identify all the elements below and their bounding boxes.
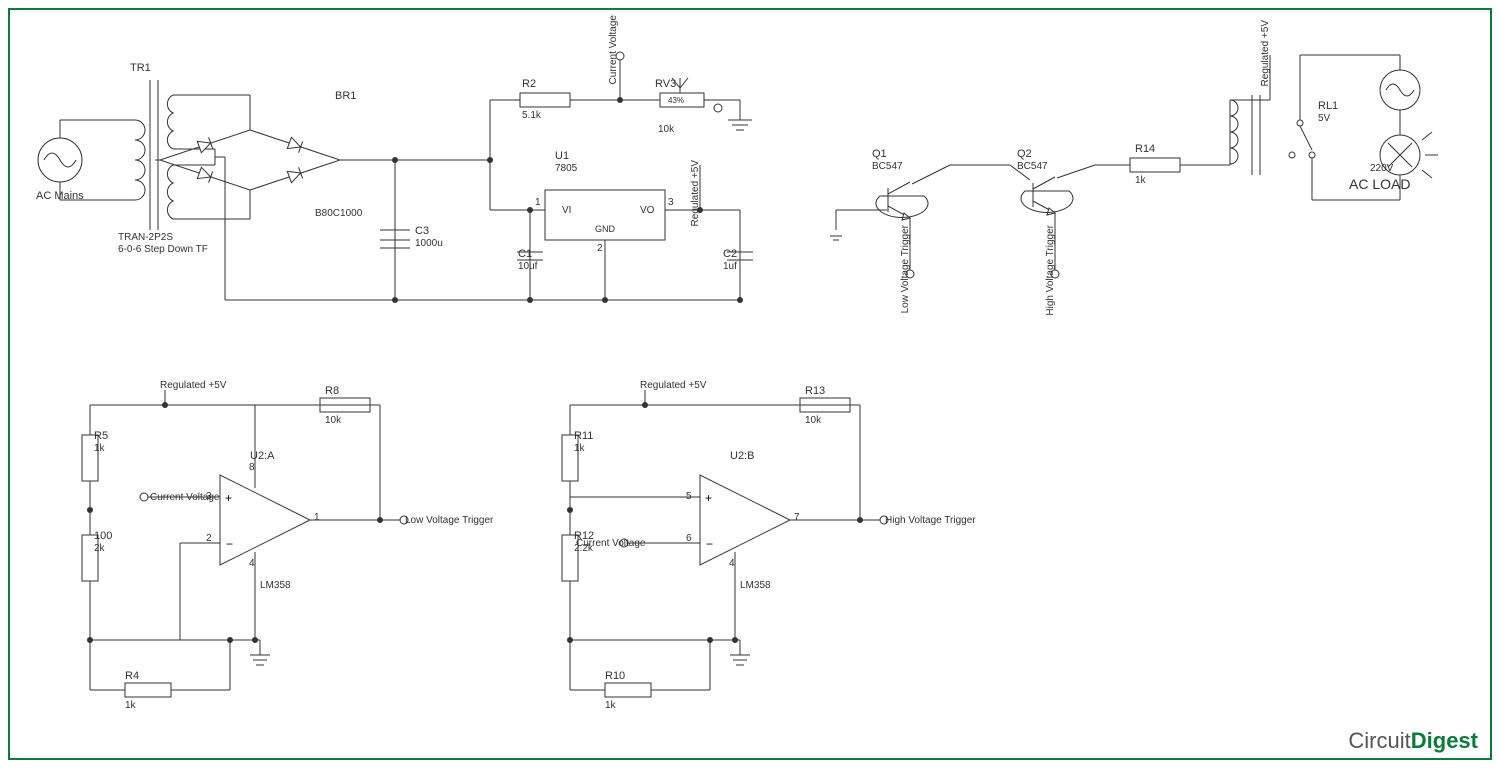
tr1-desc: 6-0-6 Step Down TF bbox=[118, 244, 208, 255]
relay-reg5v: Regulated +5V bbox=[1260, 20, 1271, 86]
rl1-val: 5V bbox=[1318, 113, 1330, 124]
r14-val: 1k bbox=[1135, 175, 1146, 186]
cmpB-pin6: 6 bbox=[686, 533, 692, 544]
cmpB-reg5v: Regulated +5V bbox=[640, 380, 706, 391]
q2-name: Q2 bbox=[1017, 148, 1032, 160]
br1-part: B80C1000 bbox=[315, 208, 362, 219]
q2-part: BC547 bbox=[1017, 161, 1048, 172]
pin1: 1 bbox=[535, 197, 541, 208]
pin2: 2 bbox=[597, 243, 603, 254]
rv3-name: RV3 bbox=[655, 78, 676, 90]
cmpA-pin4: 4 bbox=[249, 558, 255, 569]
r5-name: R5 bbox=[94, 430, 108, 442]
ac-load-label: AC LOAD bbox=[1349, 176, 1410, 192]
rl1-name: RL1 bbox=[1318, 100, 1338, 112]
svg-text:+: + bbox=[705, 491, 712, 505]
cmpA-reg5v: Regulated +5V bbox=[160, 380, 226, 391]
svg-text:+: + bbox=[225, 491, 232, 505]
rv3-pct: 43% bbox=[668, 96, 684, 105]
u2b-part: LM358 bbox=[740, 580, 771, 591]
r2-name: R2 bbox=[522, 78, 536, 90]
u1-vi: VI bbox=[562, 205, 571, 216]
cmpB-pin5: 5 bbox=[686, 491, 692, 502]
r4-val: 1k bbox=[125, 700, 136, 711]
cmpB-hvt: High Voltage Trigger bbox=[885, 515, 976, 526]
q1-part: BC547 bbox=[872, 161, 903, 172]
cmpB-currv: Current Voltage bbox=[576, 538, 646, 549]
svg-text:−: − bbox=[706, 537, 713, 551]
c1-val: 10uf bbox=[518, 261, 537, 272]
r100-val: 2k bbox=[94, 543, 105, 554]
r13-val: 10k bbox=[805, 415, 821, 426]
rv3-val: 10k bbox=[658, 124, 674, 135]
c1-name: C1 bbox=[518, 248, 532, 260]
r8-name: R8 bbox=[325, 385, 339, 397]
u1-part: 7805 bbox=[555, 163, 577, 174]
r10-name: R10 bbox=[605, 670, 625, 682]
r2-val: 5.1k bbox=[522, 110, 541, 121]
c3-name: C3 bbox=[415, 225, 429, 237]
r100-name: 100 bbox=[94, 530, 112, 542]
q1-name: Q1 bbox=[872, 148, 887, 160]
brand-logo-accent: Digest bbox=[1411, 728, 1478, 753]
r11-val: 1k bbox=[574, 443, 585, 454]
load-v: 220V bbox=[1370, 163, 1393, 174]
u1-gnd: GND bbox=[595, 224, 615, 234]
brand-logo: CircuitDigest bbox=[1348, 728, 1478, 754]
u2a-part: LM358 bbox=[260, 580, 291, 591]
c2-val: 1uf bbox=[723, 261, 737, 272]
c2-name: C2 bbox=[723, 248, 737, 260]
curr-voltage-net: Current Voltage bbox=[608, 15, 619, 85]
ac-mains-label: AC Mains bbox=[36, 190, 84, 202]
cmpA-lvt: Low Voltage Trigger bbox=[405, 515, 493, 526]
cmpA-pin2: 2 bbox=[206, 533, 212, 544]
cmpB-pin4: 4 bbox=[729, 558, 735, 569]
svg-text:−: − bbox=[226, 537, 233, 551]
u2a-name: U2:A bbox=[250, 450, 274, 462]
r10-val: 1k bbox=[605, 700, 616, 711]
lvt-net: Low Voltage Trigger bbox=[900, 225, 911, 313]
r4-name: R4 bbox=[125, 670, 139, 682]
tr1-name: TR1 bbox=[130, 62, 151, 74]
cmpA-pin8: 8 bbox=[249, 462, 255, 473]
u1-vo: VO bbox=[640, 205, 654, 216]
u1-name: U1 bbox=[555, 150, 569, 162]
hvt-net: High Voltage Trigger bbox=[1045, 225, 1056, 316]
r14-name: R14 bbox=[1135, 143, 1155, 155]
cmpA-pin3: 3 bbox=[206, 491, 212, 502]
reg5v-net: Regulated +5V bbox=[690, 160, 701, 226]
u2b-name: U2:B bbox=[730, 450, 754, 462]
r11-name: R11 bbox=[574, 430, 593, 442]
cmpB-pin7: 7 bbox=[794, 512, 800, 523]
tr1-part: TRAN-2P2S bbox=[118, 232, 173, 243]
r8-val: 10k bbox=[325, 415, 341, 426]
pin3: 3 bbox=[668, 197, 674, 208]
r13-name: R13 bbox=[805, 385, 825, 397]
c3-val: 1000u bbox=[415, 238, 443, 249]
cmpA-pin1: 1 bbox=[314, 512, 320, 523]
r5-val: 1k bbox=[94, 443, 105, 454]
br1-name: BR1 bbox=[335, 90, 356, 102]
